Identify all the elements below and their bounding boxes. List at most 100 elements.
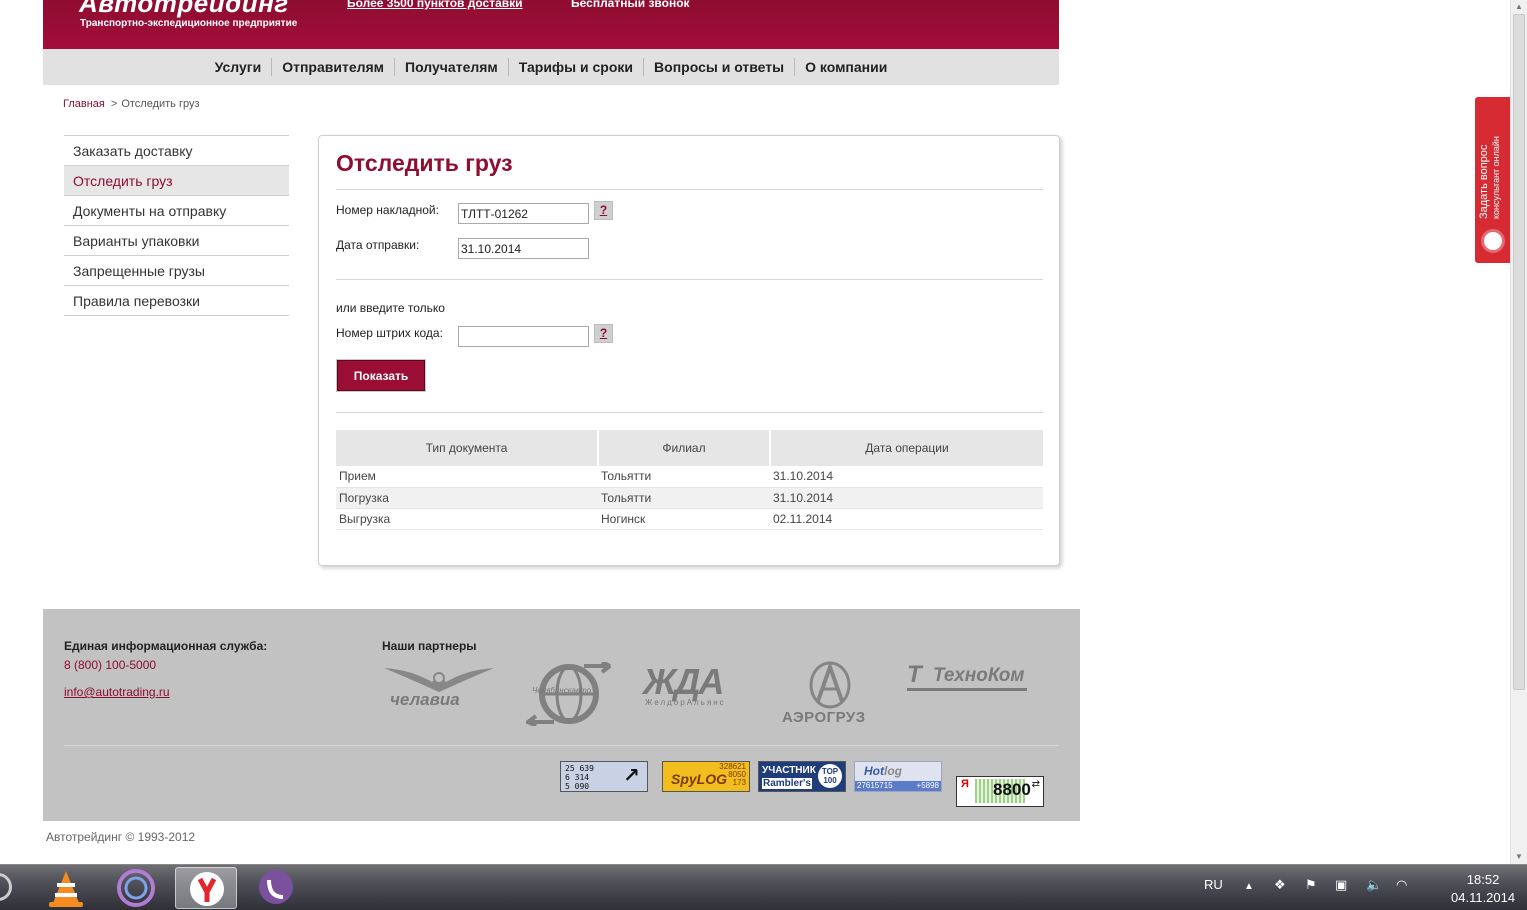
chat-bubble-icon <box>1481 229 1505 253</box>
barcode-input[interactable] <box>458 326 589 347</box>
partner-name: ТехноКом <box>933 665 1025 686</box>
vlc-cone-icon <box>49 871 83 907</box>
cell-branch: Ногинск <box>598 508 770 530</box>
nav-item-about[interactable]: О компании <box>794 58 897 76</box>
scroll-thumb[interactable] <box>1513 14 1525 690</box>
dropbox-icon[interactable]: ❖ <box>1274 877 1286 893</box>
table-row: Выгрузка Ногинск 02.11.2014 <box>336 508 1043 530</box>
counter-value: 173 <box>732 778 746 787</box>
send-date-label: Дата отправки: <box>336 238 420 252</box>
sidebar-item-order-delivery[interactable]: Заказать доставку <box>64 136 289 166</box>
nav-item-senders[interactable]: Отправителям <box>271 58 394 76</box>
refresh-icon: ⇄ <box>1031 779 1040 790</box>
waybill-input[interactable] <box>458 203 589 224</box>
hotlog-counter[interactable]: Hotlog 27615715 +5898 <box>854 761 942 792</box>
partner-name: челавиа <box>390 690 460 709</box>
action-center-flag-icon[interactable]: ⚑ <box>1305 877 1317 893</box>
info-email-link[interactable]: info@autotrading.ru <box>64 685 170 699</box>
column-header-document-type: Тип документа <box>336 430 599 466</box>
zhda-mark: ЖДА <box>643 661 724 702</box>
breadcrumb-home-link[interactable]: Главная <box>63 98 105 110</box>
cell-operation-date: 31.10.2014 <box>770 487 1043 509</box>
page-scrollbar[interactable]: ▲ ▼ <box>1510 0 1527 864</box>
liveinternet-counter[interactable]: 25 639 6 314 5 090 ↗ <box>560 761 648 792</box>
free-call-label: Бесплатный звонок <box>571 0 690 10</box>
main-nav: Услуги Отправителям Получателям Тарифы и… <box>43 49 1059 85</box>
counter-label: Rambler's <box>762 778 812 789</box>
counter-label: TOP <box>821 767 839 776</box>
breadcrumb-separator: > <box>110 98 118 110</box>
counter-label: Hot <box>864 764 884 778</box>
partner-logo-aerogruz[interactable]: АЭРОГРУЗ <box>782 660 882 729</box>
scroll-up-arrow-icon[interactable]: ▲ <box>1514 2 1524 12</box>
consultant-online-tab[interactable]: Задать вопрос консультант онлайн <box>1475 97 1511 263</box>
or-enter-text: или введите только <box>336 301 445 315</box>
partner-logo-zheldoralyans[interactable]: ЖДА ЖелдорАльянс <box>643 661 751 709</box>
show-button[interactable]: Показать <box>337 360 425 391</box>
nav-item-faq[interactable]: Вопросы и ответы <box>643 58 794 76</box>
scroll-down-arrow-icon[interactable]: ▼ <box>1514 852 1524 862</box>
taskbar-app-yandex-browser[interactable] <box>175 867 237 909</box>
table-header-row: Тип документа Филиал Дата операции <box>336 430 1043 466</box>
clock[interactable]: 18:52 04.11.2014 <box>1451 871 1515 907</box>
column-header-branch: Филиал <box>598 430 771 466</box>
partner-logo-chelavia[interactable]: челавиа <box>382 664 496 709</box>
yandex-browser-icon <box>190 872 224 906</box>
taskbar-app-partial[interactable] <box>0 867 20 909</box>
viber-icon <box>259 870 293 904</box>
counter-label: log <box>884 764 902 778</box>
sidebar-item-transport-rules[interactable]: Правила перевозки <box>64 286 289 316</box>
cell-document-type: Погрузка <box>336 487 598 509</box>
sidebar-item-prohibited-cargo[interactable]: Запрещенные грузы <box>64 256 289 286</box>
cell-branch: Тольятти <box>598 487 770 509</box>
network-icon[interactable]: ▣ <box>1335 877 1347 893</box>
breadcrumb-current: Отследить груз <box>121 98 200 110</box>
partner-logo-tekhnokom[interactable]: T ТехноКом <box>907 661 1029 693</box>
consultant-title: Задать вопрос <box>1478 144 1490 219</box>
tracking-panel: Отследить груз Номер накладной: ? Дата о… <box>318 135 1060 566</box>
counter-value: +5898 <box>916 781 939 790</box>
nav-item-tariffs[interactable]: Тарифы и сроки <box>507 58 643 76</box>
taskbar-app-viber[interactable] <box>245 867 307 909</box>
send-date-input[interactable] <box>458 238 589 259</box>
site-logo[interactable]: Автотрейдинг <box>79 0 289 19</box>
page-title: Отследить груз <box>336 150 513 176</box>
spylog-counter[interactable]: SpyLOG 328621 8050 173 <box>662 761 750 792</box>
counter-value: 6 314 <box>565 773 590 782</box>
counter-value: 25 639 <box>565 764 594 773</box>
arrow-icon: ↗ <box>623 765 640 787</box>
divider <box>336 412 1043 413</box>
site-header: Автотрейдинг Транспортно-экспедиционное … <box>43 0 1059 49</box>
taskbar-app-vlc[interactable] <box>35 867 97 909</box>
language-indicator[interactable]: RU <box>1204 877 1223 892</box>
yandex-counter[interactable]: Я 8800 ⇄ <box>956 776 1044 807</box>
waybill-help-button[interactable]: ? <box>594 201 613 220</box>
tray-expand-arrow-icon[interactable]: ▲ <box>1244 881 1254 892</box>
cell-operation-date: 31.10.2014 <box>770 466 1043 488</box>
counter-label: УЧАСТНИК <box>762 765 816 776</box>
volume-icon[interactable]: 🔈 <box>1366 877 1382 893</box>
nav-item-recipients[interactable]: Получателям <box>394 58 508 76</box>
table-row: Погрузка Тольятти 31.10.2014 <box>336 487 1043 509</box>
barcode-label: Номер штрих кода: <box>336 326 443 340</box>
barcode-help-button[interactable]: ? <box>594 324 613 343</box>
column-header-operation-date: Дата операции <box>770 430 1043 466</box>
partner-logo-chelyabinskavto[interactable]: Челябинскавто <box>522 660 612 728</box>
tekhnokom-mark: T <box>907 661 922 688</box>
taskbar-app-messenger[interactable] <box>105 867 167 909</box>
nav-item-services[interactable]: Услуги <box>205 58 272 76</box>
consultant-subtitle: консультант онлайн <box>1491 136 1501 219</box>
sidebar-item-packaging-options[interactable]: Варианты упаковки <box>64 226 289 256</box>
cell-document-type: Выгрузка <box>336 508 598 530</box>
sidebar-item-track-cargo[interactable]: Отследить груз <box>64 166 289 196</box>
wifi-icon[interactable]: ◠ <box>1396 877 1407 893</box>
waybill-label: Номер накладной: <box>336 203 439 217</box>
rambler-top100-counter[interactable]: УЧАСТНИК Rambler's TOP 100 <box>758 761 846 792</box>
info-service-title: Единая информационная служба: <box>64 639 268 653</box>
sidebar-item-shipping-documents[interactable]: Документы на отправку <box>64 196 289 226</box>
breadcrumb: Главная > Отследить груз <box>63 98 200 110</box>
delivery-points-link[interactable]: Более 3500 пунктов доставки <box>347 0 523 10</box>
counter-label: 100 <box>823 776 837 785</box>
partner-name: ЖелдорАльянс <box>645 698 726 707</box>
site-footer: Единая информационная служба: 8 (800) 10… <box>43 609 1080 821</box>
